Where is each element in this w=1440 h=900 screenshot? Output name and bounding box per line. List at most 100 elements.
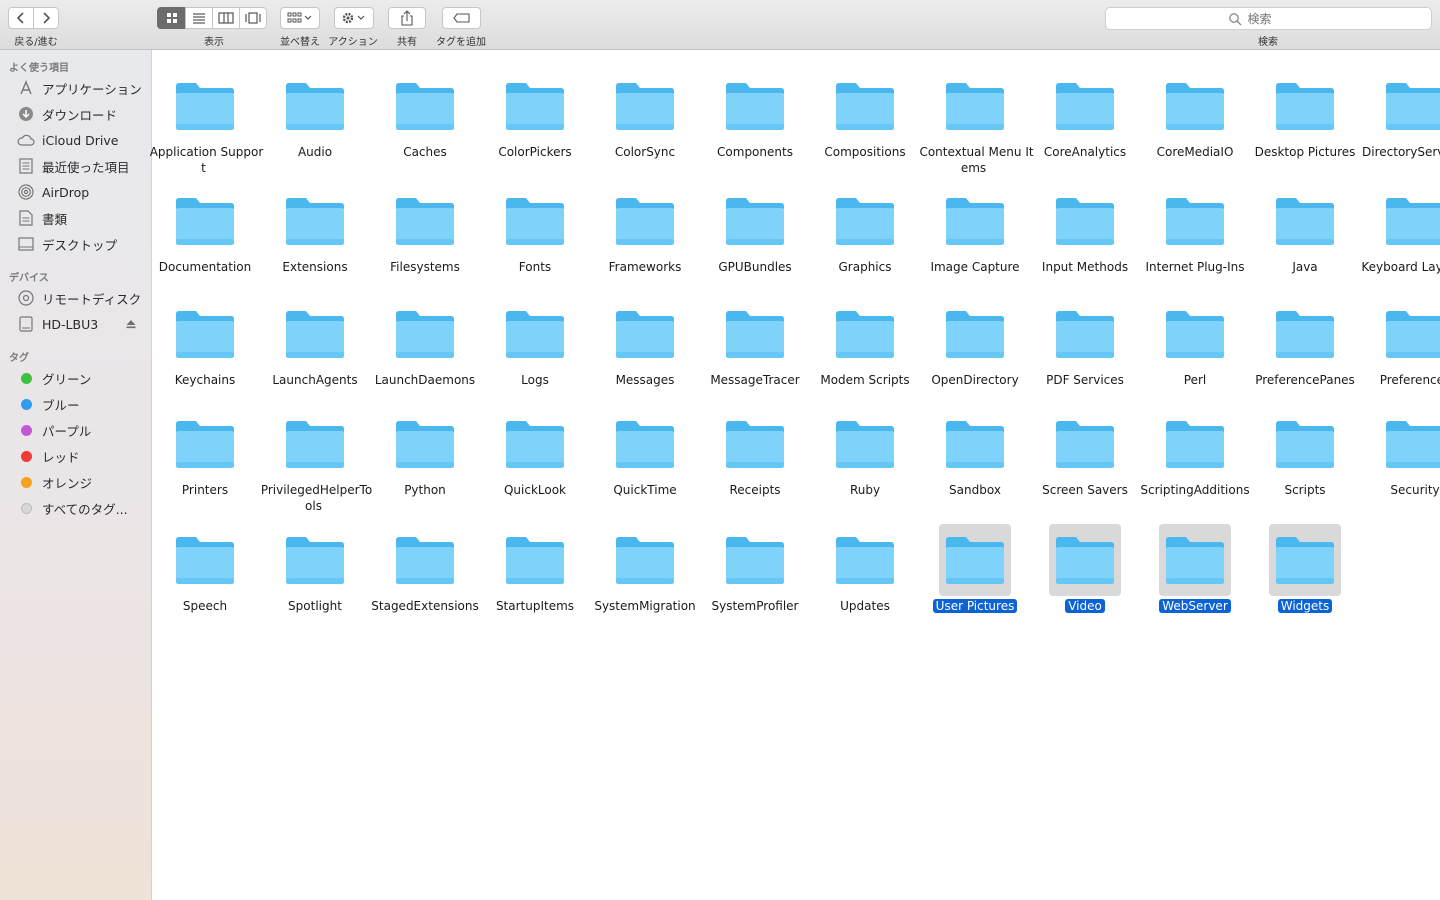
folder-item[interactable]: Components bbox=[700, 62, 810, 172]
folder-item[interactable]: WebServer bbox=[1140, 516, 1250, 626]
folder-item[interactable]: Updates bbox=[810, 516, 920, 626]
folder-item[interactable]: MessageTracer bbox=[700, 290, 810, 400]
folder-item[interactable]: Filesystems bbox=[370, 177, 480, 287]
sidebar-item-documents[interactable]: 書類 bbox=[0, 206, 151, 230]
folder-item[interactable]: Contextual Menu Items bbox=[919, 62, 1034, 175]
folder-item[interactable]: StartupItems bbox=[480, 516, 590, 626]
folder-item[interactable]: PDF Services bbox=[1030, 290, 1140, 400]
folder-item[interactable]: ScriptingAdditions bbox=[1140, 400, 1250, 510]
sidebar-item-icloud[interactable]: iCloud Drive bbox=[0, 128, 151, 152]
icon-view-button[interactable] bbox=[157, 7, 186, 29]
folder-label: OpenDirectory bbox=[915, 372, 1035, 388]
action-group bbox=[334, 7, 374, 31]
folder-item[interactable]: Fonts bbox=[480, 177, 590, 287]
sidebar-item-remote-disc[interactable]: リモートディスク bbox=[0, 286, 151, 310]
folder-thumbnail bbox=[719, 70, 791, 142]
search-field[interactable] bbox=[1105, 7, 1432, 30]
folder-item[interactable]: Audio bbox=[260, 62, 370, 172]
folder-item[interactable]: User Pictures bbox=[920, 516, 1030, 626]
folder-item[interactable]: SystemMigration bbox=[590, 516, 700, 626]
folder-icon bbox=[1056, 198, 1114, 245]
sidebar-item-airdrop[interactable]: AirDrop bbox=[0, 180, 151, 204]
folder-item[interactable]: Receipts bbox=[700, 400, 810, 510]
folder-item[interactable]: Widgets bbox=[1250, 516, 1360, 626]
sidebar-tag-purple[interactable]: パープル bbox=[0, 418, 151, 442]
folder-item[interactable]: QuickLook bbox=[480, 400, 590, 510]
folder-item[interactable]: Screen Savers bbox=[1030, 400, 1140, 510]
folder-item[interactable]: Logs bbox=[480, 290, 590, 400]
folder-item[interactable]: Speech bbox=[150, 516, 260, 626]
folder-item[interactable]: SystemProfiler bbox=[700, 516, 810, 626]
folder-item[interactable]: Messages bbox=[590, 290, 700, 400]
folder-item[interactable]: OpenDirectory bbox=[920, 290, 1030, 400]
folder-item[interactable]: CoreAnalytics bbox=[1030, 62, 1140, 172]
tags-header: タグ bbox=[9, 353, 29, 364]
folder-item[interactable]: ColorPickers bbox=[480, 62, 590, 172]
folder-item[interactable]: Python bbox=[370, 400, 480, 510]
folder-item[interactable]: Graphics bbox=[810, 177, 920, 287]
folder-item[interactable]: Desktop Pictures bbox=[1250, 62, 1360, 172]
column-view-button[interactable] bbox=[212, 7, 240, 29]
action-button[interactable] bbox=[334, 7, 374, 29]
folder-item[interactable]: Scripts bbox=[1250, 400, 1360, 510]
folder-item[interactable]: StagedExtensions bbox=[370, 516, 480, 626]
folder-item[interactable]: Extensions bbox=[260, 177, 370, 287]
folder-item[interactable]: PrivilegedHelperTools bbox=[260, 400, 372, 513]
sidebar-item-applications[interactable]: アプリケーション bbox=[0, 76, 151, 100]
folder-item[interactable]: Printers bbox=[150, 400, 260, 510]
folder-item[interactable]: Input Methods bbox=[1030, 177, 1140, 287]
folder-thumbnail bbox=[1159, 524, 1231, 596]
sidebar-tag-orange[interactable]: オレンジ bbox=[0, 470, 151, 494]
folder-item[interactable]: LaunchDaemons bbox=[370, 290, 480, 400]
folder-label: LaunchDaemons bbox=[365, 372, 485, 388]
folder-item[interactable]: Keychains bbox=[150, 290, 260, 400]
sort-button[interactable] bbox=[280, 7, 320, 29]
gallery-view-button[interactable] bbox=[239, 7, 267, 29]
sidebar-tag-green[interactable]: グリーン bbox=[0, 366, 151, 390]
folder-item[interactable]: GPUBundles bbox=[700, 177, 810, 287]
drive-icon bbox=[17, 315, 35, 333]
folder-item[interactable]: DirectoryServices bbox=[1360, 62, 1440, 172]
folder-item[interactable]: Documentation bbox=[150, 177, 260, 287]
folder-icon bbox=[836, 83, 894, 130]
add-tag-button[interactable] bbox=[442, 7, 481, 29]
folder-item[interactable]: QuickTime bbox=[590, 400, 700, 510]
folder-item[interactable]: CoreMediaIO bbox=[1140, 62, 1250, 172]
cloud-icon bbox=[17, 131, 35, 149]
sidebar-tag-red[interactable]: レッド bbox=[0, 444, 151, 468]
folder-item[interactable]: Sandbox bbox=[920, 400, 1030, 510]
folder-item[interactable]: Video bbox=[1030, 516, 1140, 626]
folder-item[interactable]: Keyboard Layouts bbox=[1360, 177, 1440, 287]
folder-item[interactable]: Internet Plug-Ins bbox=[1140, 177, 1250, 287]
folder-item[interactable]: Compositions bbox=[810, 62, 920, 172]
sidebar-item-desktop[interactable]: デスクトップ bbox=[0, 232, 151, 256]
sidebar-tag-all[interactable]: すべてのタグ... bbox=[0, 496, 151, 520]
folder-item[interactable]: Caches bbox=[370, 62, 480, 172]
list-view-button[interactable] bbox=[185, 7, 213, 29]
back-button[interactable] bbox=[8, 7, 34, 29]
folder-item[interactable]: Modem Scripts bbox=[810, 290, 920, 400]
folder-item[interactable]: Application Support bbox=[150, 62, 263, 175]
folder-item[interactable]: Preferences bbox=[1360, 290, 1440, 400]
folder-item[interactable]: Ruby bbox=[810, 400, 920, 510]
share-button[interactable] bbox=[388, 7, 426, 29]
folder-item[interactable]: LaunchAgents bbox=[260, 290, 370, 400]
eject-icon[interactable] bbox=[125, 318, 137, 330]
sidebar-item-downloads[interactable]: ダウンロード bbox=[0, 102, 151, 126]
folder-item[interactable]: Java bbox=[1250, 177, 1360, 287]
folder-thumbnail bbox=[1159, 70, 1231, 142]
sidebar-item-recents[interactable]: 最近使った項目 bbox=[0, 154, 151, 178]
search-input[interactable] bbox=[1245, 10, 1310, 27]
folder-item[interactable]: Security bbox=[1360, 400, 1440, 510]
folder-item[interactable]: ColorSync bbox=[590, 62, 700, 172]
sidebar-tag-blue[interactable]: ブルー bbox=[0, 392, 151, 416]
folder-item[interactable]: Image Capture bbox=[920, 177, 1030, 287]
folder-thumbnail bbox=[609, 408, 681, 480]
folder-name: Fonts bbox=[518, 260, 552, 274]
sidebar-item-hd-lbu3[interactable]: HD-LBU3 bbox=[0, 312, 151, 336]
folder-item[interactable]: PreferencePanes bbox=[1250, 290, 1360, 400]
folder-item[interactable]: Frameworks bbox=[590, 177, 700, 287]
forward-button[interactable] bbox=[33, 7, 59, 29]
folder-item[interactable]: Spotlight bbox=[260, 516, 370, 626]
folder-item[interactable]: Perl bbox=[1140, 290, 1250, 400]
